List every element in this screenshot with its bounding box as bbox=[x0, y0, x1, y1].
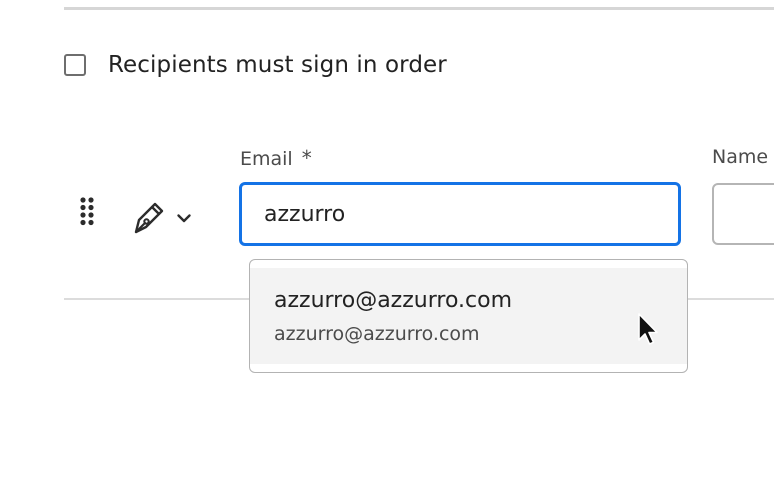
recipient-role-dropdown[interactable] bbox=[130, 198, 205, 238]
email-autocomplete-dropdown: azzurro@azzurro.com azzurro@azzurro.com bbox=[249, 259, 688, 373]
chevron-down-icon bbox=[177, 214, 191, 223]
suggestion-email-secondary: azzurro@azzurro.com bbox=[274, 323, 480, 345]
signing-order-option[interactable]: Recipients must sign in order bbox=[64, 52, 447, 78]
section-divider-top bbox=[64, 7, 774, 10]
signing-order-checkbox[interactable] bbox=[64, 54, 86, 76]
email-field-label: Email * bbox=[240, 146, 312, 170]
name-field-label: Name bbox=[712, 146, 769, 168]
email-input[interactable] bbox=[239, 182, 681, 246]
suggestion-email-primary: azzurro@azzurro.com bbox=[274, 288, 512, 313]
name-input[interactable] bbox=[712, 183, 774, 245]
email-label-text: Email bbox=[240, 148, 293, 170]
required-asterisk: * bbox=[301, 146, 312, 170]
autocomplete-suggestion[interactable]: azzurro@azzurro.com azzurro@azzurro.com bbox=[250, 268, 687, 364]
drag-handle-icon[interactable] bbox=[78, 196, 96, 226]
pen-signer-icon bbox=[134, 202, 164, 234]
signing-order-label: Recipients must sign in order bbox=[108, 52, 447, 78]
